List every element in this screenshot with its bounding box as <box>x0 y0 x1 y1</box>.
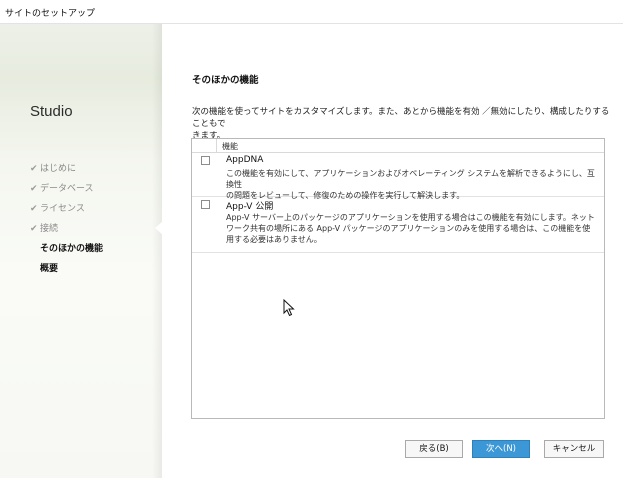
feature-name: AppDNA <box>226 155 264 165</box>
check-icon: ✔ <box>30 164 38 174</box>
step-item-license: ✔ ライセンス <box>30 204 85 214</box>
feature-row-appv[interactable]: App-V 公開 App-V サーバー上のパッケージのアプリケーションを使用する… <box>192 197 604 253</box>
back-button[interactable]: 戻る(B) <box>405 440 463 458</box>
next-button[interactable]: 次へ(N) <box>472 440 530 458</box>
feature-name: App-V 公開 <box>226 202 274 212</box>
check-icon: ✔ <box>30 224 38 234</box>
window-title: サイトのセットアップ <box>5 9 96 19</box>
step-item-intro: ✔ はじめに <box>30 164 77 174</box>
sidebar: Studio ✔ はじめに ✔ データベース ✔ ライセンス ✔ 接続 そのほかの機能 … <box>0 24 162 478</box>
title-bar: サイトのセットアップ <box>0 0 623 24</box>
column-header-feature: 機能 <box>222 142 238 151</box>
step-item-database: ✔ データベース <box>30 184 94 194</box>
feature-list[interactable]: 機能 AppDNA この機能を有効にして、アプリケーションおよびオペレーティング… <box>191 138 605 419</box>
list-header: 機能 <box>192 139 604 153</box>
step-list: ✔ はじめに ✔ データベース ✔ ライセンス ✔ 接続 そのほかの機能 概要 <box>30 162 103 282</box>
check-icon: ✔ <box>30 184 38 194</box>
step-item-additional-features: そのほかの機能 <box>40 244 104 254</box>
page-title: そのほかの機能 <box>192 75 259 86</box>
step-item-connection: ✔ 接続 <box>30 224 59 234</box>
appdna-checkbox[interactable] <box>201 156 210 165</box>
step-item-summary: 概要 <box>40 264 59 274</box>
cancel-button[interactable]: キャンセル <box>544 440 604 458</box>
appv-checkbox[interactable] <box>201 200 210 209</box>
current-step-pointer <box>155 221 163 235</box>
feature-description: App-V サーバー上のパッケージのアプリケーションを使用する場合はこの機能を有… <box>226 213 595 244</box>
app-name: Studio <box>30 103 73 120</box>
main-panel: そのほかの機能 次の機能を使ってサイトをカスタマイズします。また、あとから機能を… <box>162 24 623 478</box>
feature-row-appdna[interactable]: AppDNA この機能を有効にして、アプリケーションおよびオペレーティング シス… <box>192 153 604 200</box>
mouse-pointer-icon <box>283 299 295 317</box>
page-description: 次の機能を使ってサイトをカスタマイズします。また、あとから機能を有効 ／無効にし… <box>192 107 610 141</box>
check-icon: ✔ <box>30 204 38 214</box>
